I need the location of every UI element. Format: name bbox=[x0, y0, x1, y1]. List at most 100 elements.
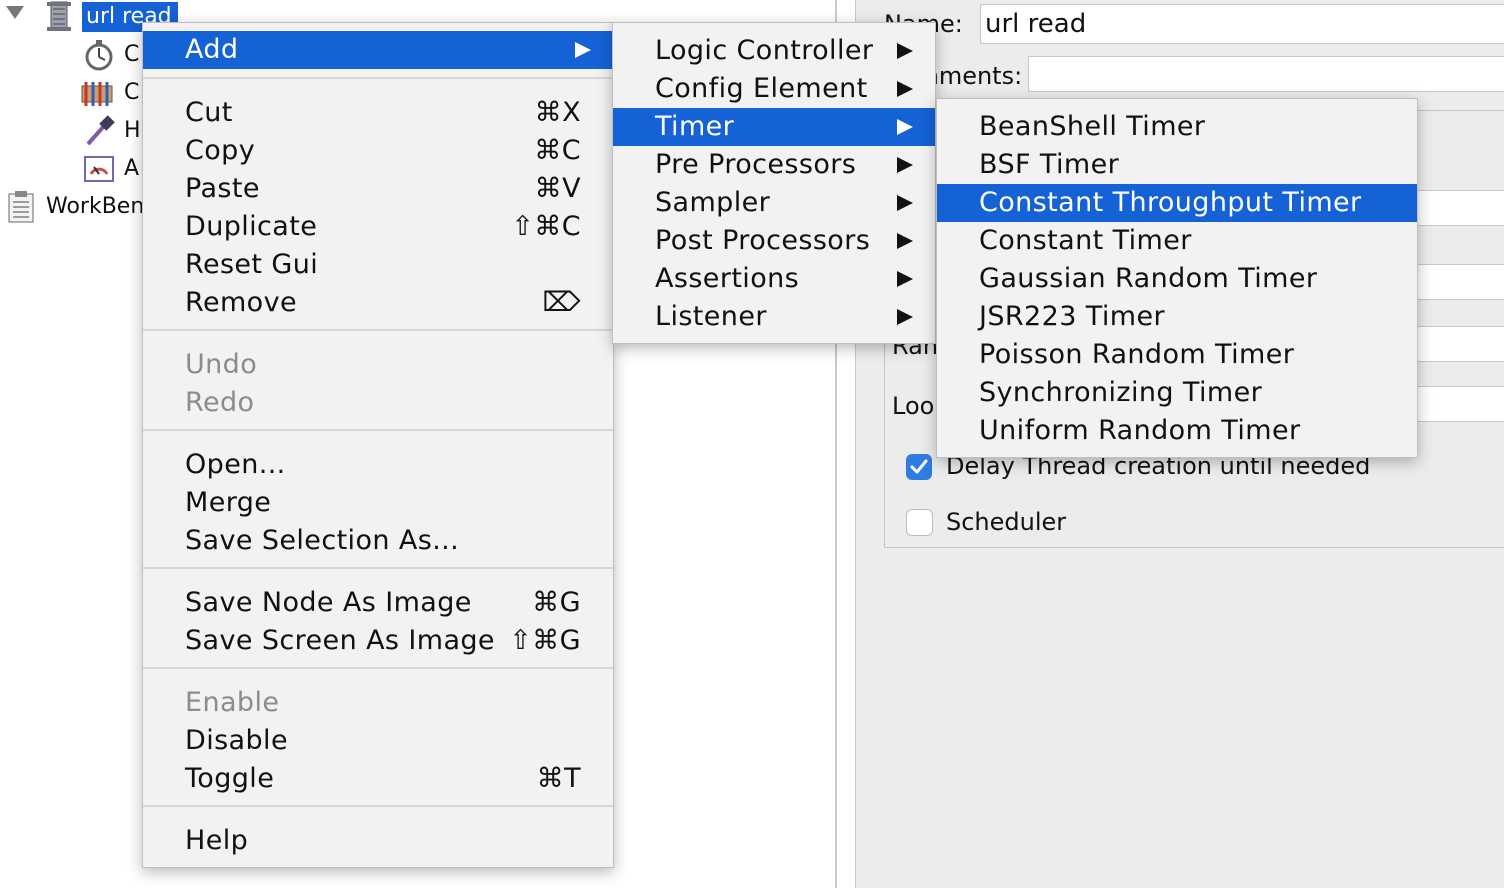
timer-item-constant[interactable]: Constant Timer bbox=[937, 222, 1417, 260]
menu-item-label: Undo bbox=[185, 349, 258, 380]
tree-node-child[interactable]: C bbox=[124, 40, 139, 70]
menu-item-label: Open... bbox=[185, 449, 286, 480]
menu-item-label: Constant Throughput Timer bbox=[979, 187, 1362, 218]
menu-item-label: Reset Gui bbox=[185, 249, 319, 280]
clipboard-icon bbox=[8, 191, 34, 223]
menu-separator bbox=[143, 329, 613, 331]
menu-item-add[interactable]: Add bbox=[143, 31, 613, 69]
submenu-item-logic-controller[interactable]: Logic Controller bbox=[613, 32, 935, 70]
menu-item-label: Save Selection As... bbox=[185, 525, 460, 556]
comments-field[interactable] bbox=[1028, 56, 1504, 92]
tree-node-workbench[interactable]: WorkBenc bbox=[46, 192, 156, 222]
submenu-item-pre-processors[interactable]: Pre Processors bbox=[613, 146, 935, 184]
menu-item-label: Add bbox=[185, 34, 239, 65]
timer-item-constant-throughput[interactable]: Constant Throughput Timer bbox=[937, 184, 1417, 222]
submenu-arrow-icon bbox=[897, 271, 913, 287]
menu-item-label: Redo bbox=[185, 387, 255, 418]
menu-item-save-node-image[interactable]: Save Node As Image ⌘G bbox=[143, 584, 613, 622]
menu-item-label: Synchronizing Timer bbox=[979, 377, 1263, 408]
menu-item-label: Gaussian Random Timer bbox=[979, 263, 1318, 294]
menu-item-save-screen-image[interactable]: Save Screen As Image ⇧⌘G bbox=[143, 622, 613, 660]
submenu-arrow-icon bbox=[897, 233, 913, 249]
menu-item-merge[interactable]: Merge bbox=[143, 484, 613, 522]
menu-item-label: JSR223 Timer bbox=[979, 301, 1165, 332]
menu-separator bbox=[143, 805, 613, 807]
menu-item-cut[interactable]: Cut ⌘X bbox=[143, 94, 613, 132]
menu-item-enable[interactable]: Enable bbox=[143, 684, 613, 722]
menu-item-save-selection[interactable]: Save Selection As... bbox=[143, 522, 613, 560]
menu-item-help[interactable]: Help bbox=[143, 822, 613, 860]
menu-item-copy[interactable]: Copy ⌘C bbox=[143, 132, 613, 170]
menu-item-label: Duplicate bbox=[185, 211, 318, 242]
menu-item-label: Listener bbox=[655, 301, 767, 332]
menu-separator bbox=[143, 567, 613, 569]
menu-item-label: Remove bbox=[185, 287, 297, 318]
menu-shortcut: ⌘G bbox=[532, 587, 581, 618]
loop-count-label: Loo bbox=[892, 392, 935, 420]
menu-shortcut: ⌘X bbox=[534, 97, 581, 128]
timer-item-uniform-random[interactable]: Uniform Random Timer bbox=[937, 412, 1417, 450]
timer-item-gaussian-random[interactable]: Gaussian Random Timer bbox=[937, 260, 1417, 298]
submenu-item-config-element[interactable]: Config Element bbox=[613, 70, 935, 108]
menu-shortcut: ⇧⌘G bbox=[509, 625, 581, 656]
menu-item-paste[interactable]: Paste ⌘V bbox=[143, 170, 613, 208]
menu-separator bbox=[143, 667, 613, 669]
menu-item-label: Save Node As Image bbox=[185, 587, 472, 618]
thread-group-icon bbox=[47, 1, 71, 31]
submenu-arrow-icon bbox=[897, 157, 913, 173]
menu-item-label: Help bbox=[185, 825, 249, 856]
timer-item-bsf[interactable]: BSF Timer bbox=[937, 146, 1417, 184]
menu-item-label: Merge bbox=[185, 487, 272, 518]
menu-item-label: Constant Timer bbox=[979, 225, 1192, 256]
menu-item-undo[interactable]: Undo bbox=[143, 346, 613, 384]
menu-item-label: Post Processors bbox=[655, 225, 871, 256]
submenu-item-sampler[interactable]: Sampler bbox=[613, 184, 935, 222]
menu-item-disable[interactable]: Disable bbox=[143, 722, 613, 760]
menu-item-label: Config Element bbox=[655, 73, 868, 104]
menu-separator bbox=[143, 429, 613, 431]
tree-node-child[interactable]: H bbox=[124, 116, 141, 146]
timer-item-beanshell[interactable]: BeanShell Timer bbox=[937, 108, 1417, 146]
config-csv-icon bbox=[81, 82, 113, 106]
menu-item-label: Poisson Random Timer bbox=[979, 339, 1295, 370]
menu-item-label: Toggle bbox=[185, 763, 275, 794]
menu-item-label: Enable bbox=[185, 687, 280, 718]
delay-thread-checkbox[interactable] bbox=[906, 454, 932, 480]
menu-item-redo[interactable]: Redo bbox=[143, 384, 613, 422]
tree-node-child[interactable]: C bbox=[124, 78, 139, 108]
menu-item-label: Uniform Random Timer bbox=[979, 415, 1301, 446]
menu-item-remove[interactable]: Remove ⌦ bbox=[143, 284, 613, 322]
pipette-icon bbox=[86, 115, 115, 146]
menu-item-label: Logic Controller bbox=[655, 35, 874, 66]
add-submenu: Logic Controller Config Element Timer Pr… bbox=[612, 22, 936, 344]
submenu-item-timer[interactable]: Timer bbox=[613, 108, 935, 146]
scheduler-checkbox[interactable] bbox=[906, 509, 933, 536]
menu-item-open[interactable]: Open... bbox=[143, 446, 613, 484]
submenu-item-post-processors[interactable]: Post Processors bbox=[613, 222, 935, 260]
menu-item-label: Assertions bbox=[655, 263, 800, 294]
name-field[interactable]: url read bbox=[980, 4, 1504, 44]
menu-shortcut: ⌘T bbox=[536, 763, 581, 794]
checkmark-icon bbox=[910, 459, 928, 474]
menu-shortcut: ⇧⌘C bbox=[511, 211, 581, 242]
menu-shortcut: ⌘C bbox=[534, 135, 581, 166]
context-menu: Add Cut ⌘X Copy ⌘C Paste ⌘V Duplicate ⇧⌘… bbox=[142, 22, 614, 868]
timer-item-poisson-random[interactable]: Poisson Random Timer bbox=[937, 336, 1417, 374]
expand-triangle-icon[interactable] bbox=[6, 6, 24, 19]
menu-item-toggle[interactable]: Toggle ⌘T bbox=[143, 760, 613, 798]
tree-node-child[interactable]: A bbox=[124, 154, 139, 184]
delete-key-icon: ⌦ bbox=[542, 287, 581, 318]
menu-separator bbox=[143, 77, 613, 79]
timer-item-jsr223[interactable]: JSR223 Timer bbox=[937, 298, 1417, 336]
menu-item-reset-gui[interactable]: Reset Gui bbox=[143, 246, 613, 284]
submenu-item-listener[interactable]: Listener bbox=[613, 298, 935, 336]
submenu-arrow-icon bbox=[897, 119, 913, 135]
timer-item-synchronizing[interactable]: Synchronizing Timer bbox=[937, 374, 1417, 412]
submenu-arrow-icon bbox=[897, 195, 913, 211]
scheduler-label: Scheduler bbox=[946, 508, 1067, 536]
menu-item-duplicate[interactable]: Duplicate ⇧⌘C bbox=[143, 208, 613, 246]
submenu-arrow-icon bbox=[575, 42, 591, 58]
submenu-item-assertions[interactable]: Assertions bbox=[613, 260, 935, 298]
menu-item-label: Save Screen As Image bbox=[185, 625, 495, 656]
stopwatch-icon bbox=[85, 40, 113, 71]
